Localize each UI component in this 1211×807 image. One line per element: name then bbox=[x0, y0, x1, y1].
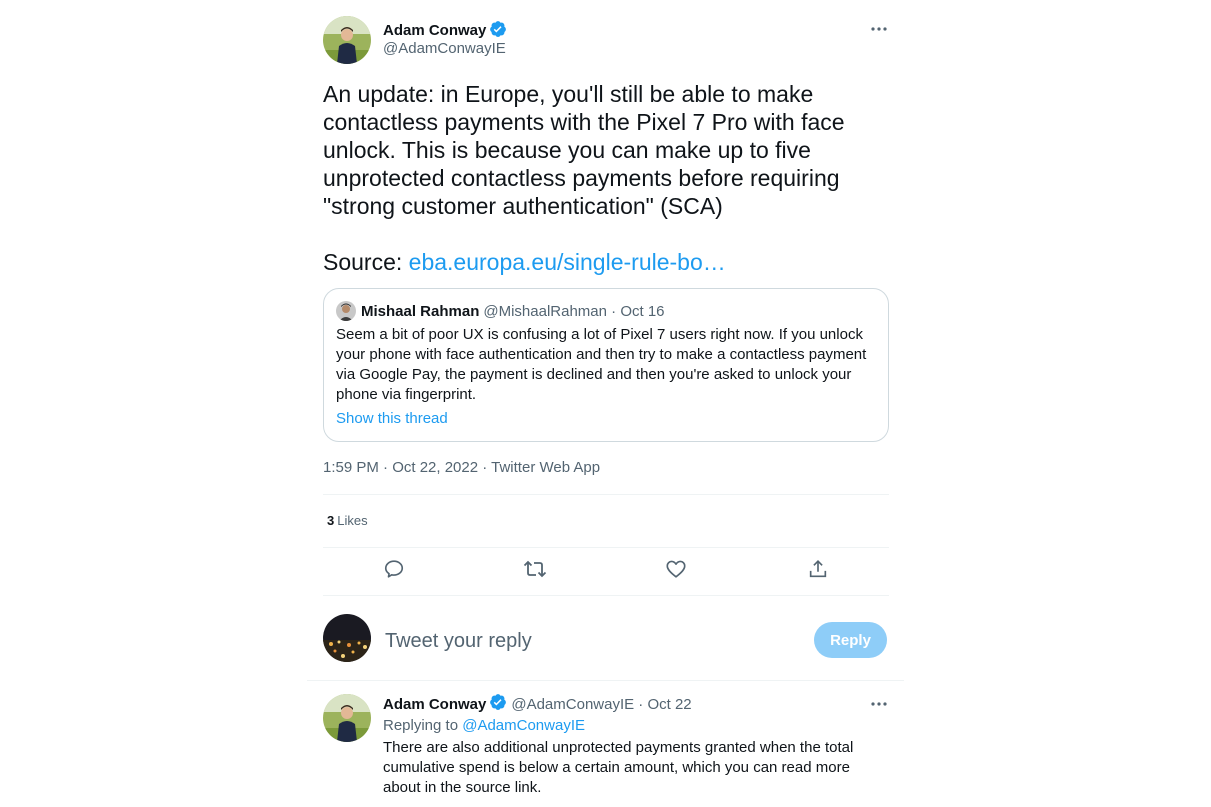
divider bbox=[323, 547, 889, 548]
retweet-icon bbox=[523, 558, 547, 585]
more-options-icon[interactable] bbox=[864, 19, 894, 39]
tweet-text: An update: in Europe, you'll still be ab… bbox=[323, 80, 893, 220]
source-link[interactable]: eba.europa.eu/single-rule-bo… bbox=[409, 249, 726, 275]
comment-icon bbox=[383, 558, 405, 585]
reply-tweet-text: There are also additional unprotected pa… bbox=[383, 738, 883, 798]
show-thread-link[interactable]: Show this thread bbox=[336, 409, 448, 429]
current-user-avatar[interactable] bbox=[323, 614, 371, 662]
quoted-author-meta: @MishaalRahman · Oct 16 bbox=[483, 302, 665, 320]
reply-text-line: There are also additional unprotected pa… bbox=[383, 739, 854, 756]
reply-tweet-header: Adam Conway @AdamConwayIE · Oct 22 bbox=[383, 694, 692, 714]
quoted-author-avatar bbox=[336, 301, 356, 321]
verified-badge-icon bbox=[489, 693, 507, 715]
likes-label: Likes bbox=[337, 513, 368, 528]
quoted-author-name: Mishaal Rahman bbox=[361, 302, 480, 320]
tweet-text-line: "strong customer authentication" (SCA) bbox=[323, 193, 723, 219]
share-action-button[interactable] bbox=[805, 558, 831, 584]
quoted-text-line: Seem a bit of poor UX is confusing a lot… bbox=[336, 326, 863, 343]
tweet-text-line: contactless payments with the Pixel 7 Pr… bbox=[323, 109, 845, 135]
like-action-button[interactable] bbox=[663, 558, 689, 584]
share-icon bbox=[807, 558, 829, 585]
source-label: Source: bbox=[323, 249, 409, 275]
retweet-action-button[interactable] bbox=[522, 558, 548, 584]
tweet-text-line: An update: in Europe, you'll still be ab… bbox=[323, 81, 814, 107]
author-name-text: Adam Conway bbox=[383, 22, 487, 39]
replying-to-label: Replying to bbox=[383, 717, 463, 734]
divider bbox=[307, 680, 904, 681]
reply-button[interactable]: Reply bbox=[814, 622, 887, 658]
reply-author-avatar[interactable] bbox=[323, 694, 371, 742]
reply-author-meta[interactable]: @AdamConwayIE · Oct 22 bbox=[511, 696, 691, 713]
quoted-text-line: your phone with face authentication and … bbox=[336, 346, 867, 363]
quoted-text-line: phone via fingerprint. bbox=[336, 386, 477, 403]
reply-more-options-icon[interactable] bbox=[864, 694, 894, 714]
tweet-text-line: unlock. This is because you can make up … bbox=[323, 137, 811, 163]
tweet-page: Adam Conway @AdamConwayIE An update: in … bbox=[0, 0, 1211, 807]
reply-action-button[interactable] bbox=[381, 558, 407, 584]
verified-badge-icon bbox=[489, 20, 507, 42]
author-handle[interactable]: @AdamConwayIE bbox=[383, 40, 506, 57]
divider bbox=[323, 494, 889, 495]
reply-author-name[interactable]: Adam Conway bbox=[383, 696, 486, 713]
quoted-text-line: via Google Pay, the payment is declined … bbox=[336, 366, 852, 383]
quoted-tweet-header: Mishaal Rahman @MishaalRahman · Oct 16 bbox=[336, 301, 665, 321]
reply-text-line: cumulative spend is below a certain amou… bbox=[383, 759, 850, 776]
author-name[interactable]: Adam Conway bbox=[383, 20, 507, 42]
quoted-tweet-text: Seem a bit of poor UX is confusing a lot… bbox=[336, 325, 881, 405]
reply-text-line: about in the source link. bbox=[383, 779, 542, 796]
heart-icon bbox=[665, 558, 687, 585]
quoted-tweet-card[interactable]: Mishaal Rahman @MishaalRahman · Oct 16 S… bbox=[323, 288, 889, 442]
divider bbox=[323, 595, 889, 596]
author-avatar[interactable] bbox=[323, 16, 371, 64]
tweet-timestamp[interactable]: 1:59 PM · Oct 22, 2022 · Twitter Web App bbox=[323, 458, 600, 478]
likes-stat[interactable]: 3 Likes bbox=[327, 513, 368, 529]
replying-to: Replying to @AdamConwayIE bbox=[383, 716, 585, 736]
source-line: Source: eba.europa.eu/single-rule-bo… bbox=[323, 248, 726, 276]
reply-input[interactable] bbox=[385, 626, 785, 656]
replying-to-handle[interactable]: @AdamConwayIE bbox=[462, 717, 585, 734]
likes-count: 3 bbox=[327, 513, 335, 528]
tweet-text-line: unprotected contactless payments before … bbox=[323, 165, 840, 191]
